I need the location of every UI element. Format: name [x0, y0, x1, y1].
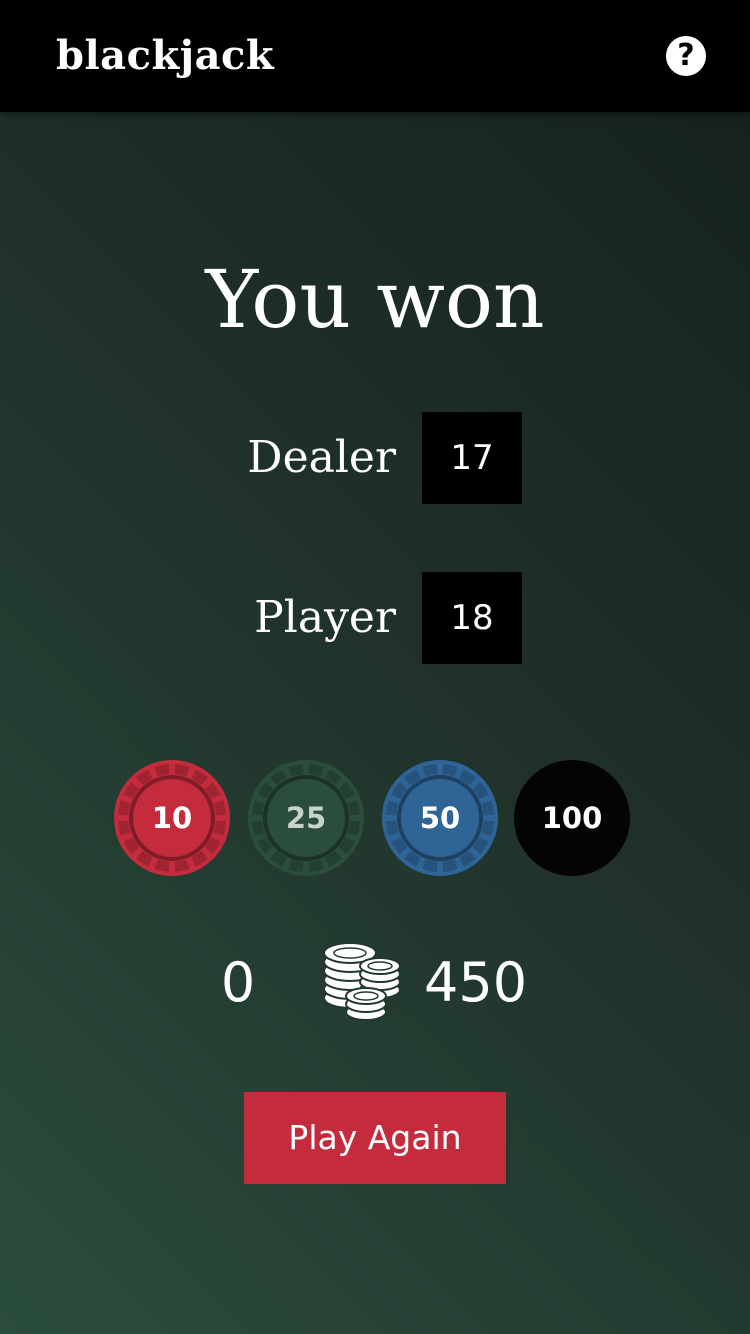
help-button[interactable]: ?: [666, 36, 706, 76]
chip-100[interactable]: 100: [514, 760, 630, 876]
chip-100-label: 100: [541, 801, 603, 835]
result-title: You won: [205, 253, 545, 346]
dealer-score: 17: [422, 412, 522, 504]
dealer-label: Dealer: [247, 432, 396, 483]
play-again-button[interactable]: Play Again: [244, 1092, 506, 1184]
player-label: Player: [254, 592, 396, 643]
app-title: blackjack: [56, 32, 275, 79]
chip-10-label: 10: [151, 801, 193, 835]
chip-10[interactable]: 10: [114, 760, 230, 876]
top-bar: blackjack ?: [0, 0, 750, 112]
coins-stack-icon: [323, 942, 401, 1021]
balance-amount: 450: [424, 951, 528, 1014]
chip-25[interactable]: 25: [248, 760, 364, 876]
bet-amount: 0: [220, 951, 256, 1014]
chip-25-label: 25: [285, 801, 327, 835]
chip-50[interactable]: 50: [382, 760, 498, 876]
chip-50-label: 50: [419, 801, 461, 835]
player-score: 18: [422, 572, 522, 664]
